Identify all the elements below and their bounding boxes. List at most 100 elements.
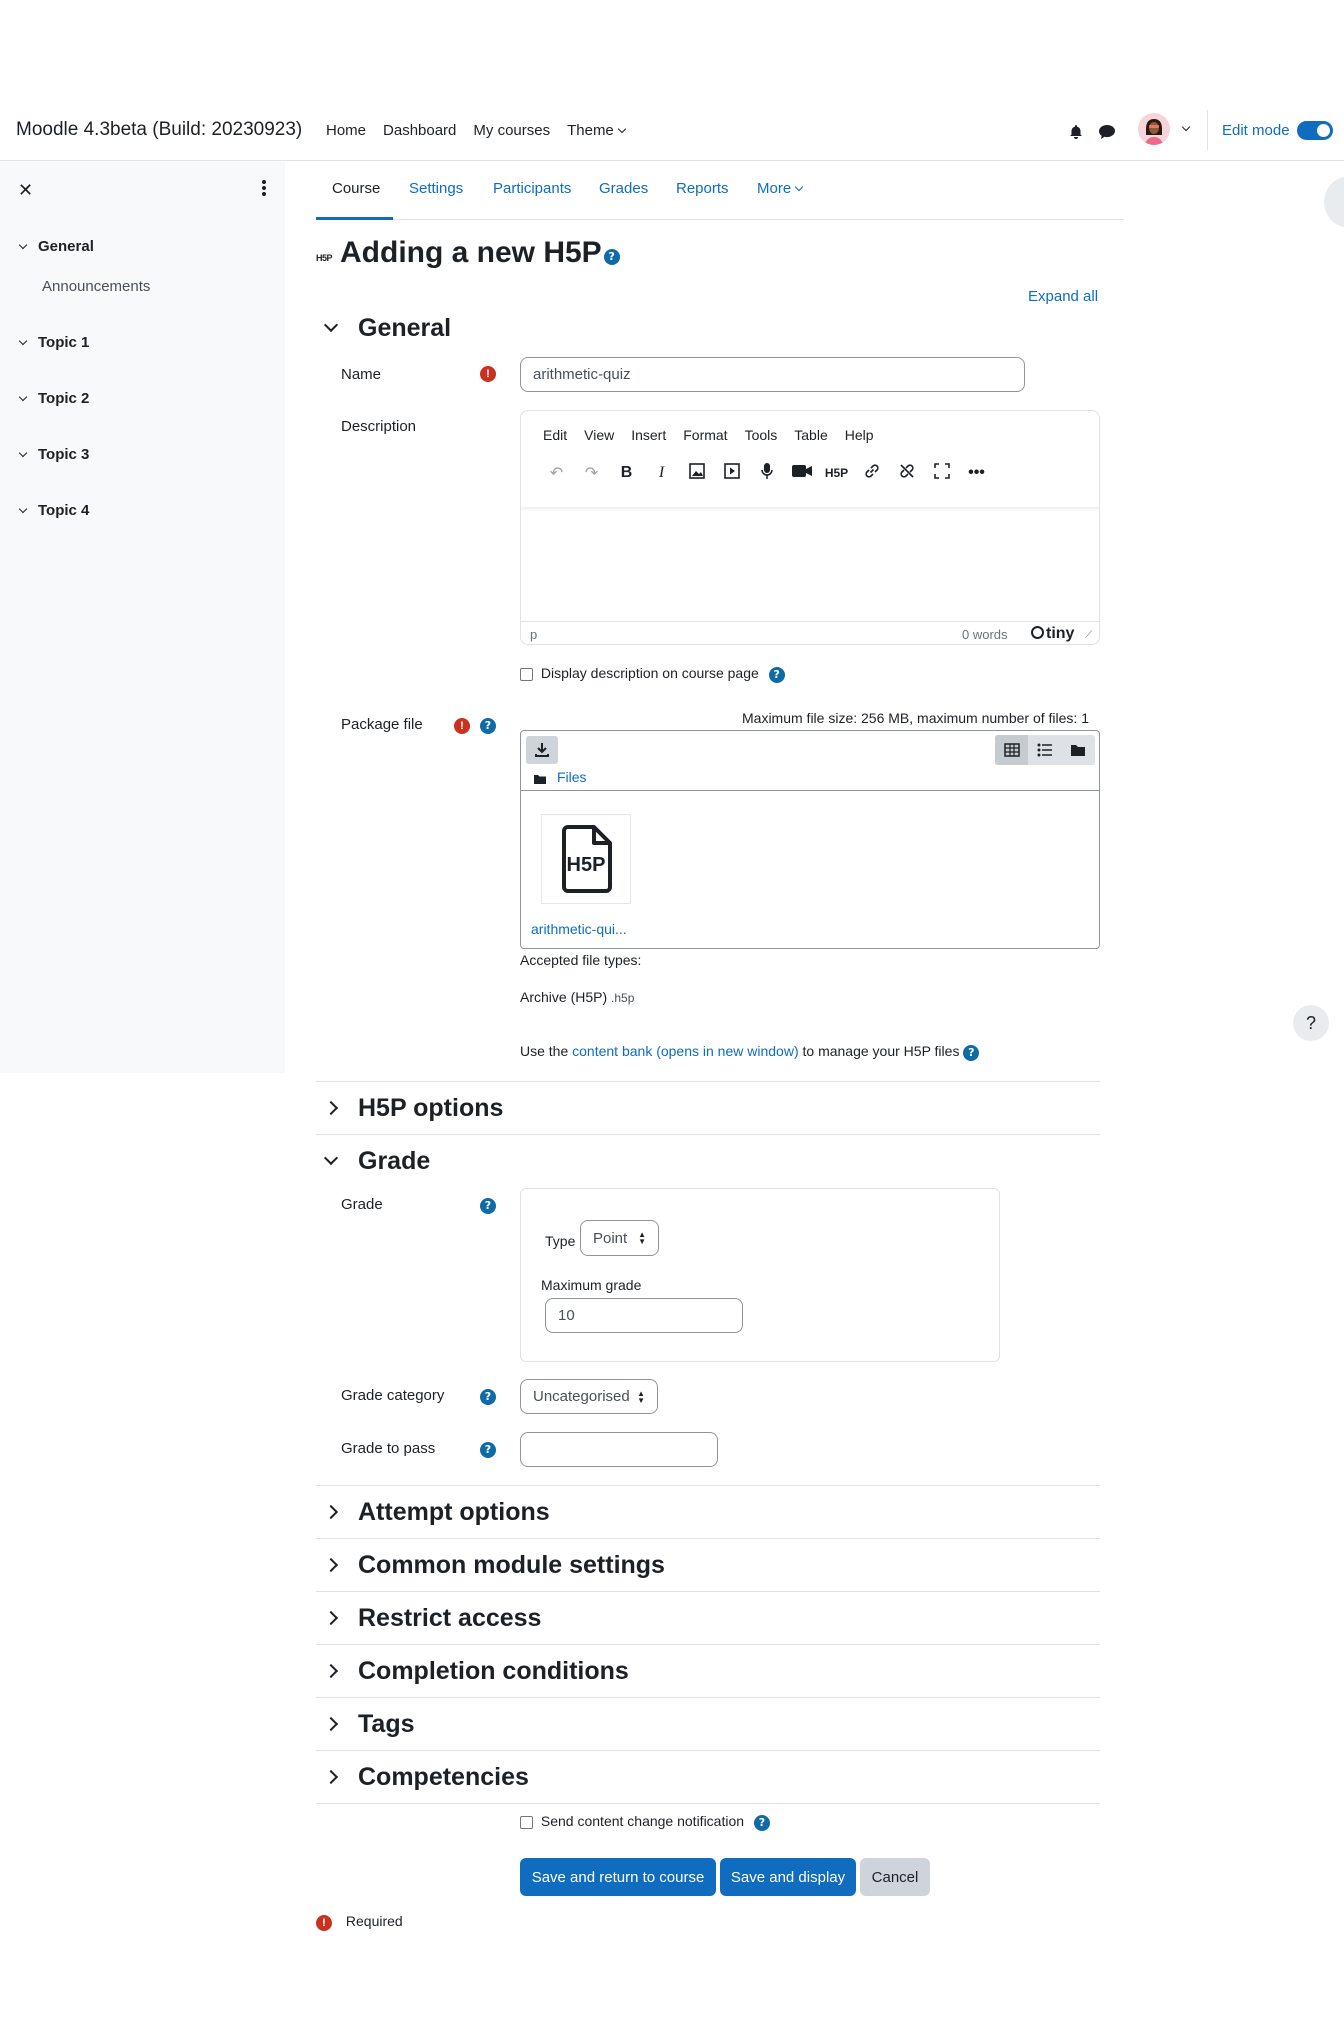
notification-bell-icon[interactable] xyxy=(1068,124,1084,140)
help-icon[interactable]: ? xyxy=(480,718,496,734)
grade-type-select[interactable]: Point ▲ ▼ xyxy=(580,1220,659,1256)
site-title[interactable]: Moodle 4.3beta (Build: 20230923) xyxy=(16,119,302,141)
name-input[interactable]: arithmetic-quiz xyxy=(520,357,1025,392)
editor-menu-help[interactable]: Help xyxy=(845,427,874,443)
editor-toolbar-shadow xyxy=(521,499,1099,507)
resize-handle-icon[interactable]: ⟋ xyxy=(1085,630,1092,641)
index-item-announcements[interactable]: Announcements xyxy=(42,278,150,295)
download-button[interactable] xyxy=(526,736,558,764)
index-section-topic-2[interactable]: Topic 2 xyxy=(18,390,89,407)
edit-mode-toggle[interactable] xyxy=(1297,121,1333,140)
microphone-icon[interactable] xyxy=(749,462,784,485)
media-icon[interactable] xyxy=(714,462,749,485)
index-section-topic-3[interactable]: Topic 3 xyxy=(18,446,89,463)
send-notification-checkbox[interactable] xyxy=(520,1815,533,1829)
editor-menu-insert[interactable]: Insert xyxy=(631,427,666,443)
display-description-label[interactable]: Display description on course page xyxy=(541,665,759,681)
section-title: Tags xyxy=(358,1710,415,1738)
more-tools-icon[interactable]: ••• xyxy=(959,464,994,482)
tab-more[interactable]: More xyxy=(757,180,804,197)
link-icon[interactable] xyxy=(854,462,889,485)
user-menu-chevron-icon[interactable] xyxy=(1181,122,1191,132)
unlink-icon[interactable] xyxy=(889,462,924,485)
index-section-topic-4[interactable]: Topic 4 xyxy=(18,502,89,519)
messages-icon[interactable] xyxy=(1098,124,1116,140)
tiny-logo[interactable]: tiny xyxy=(1031,625,1074,643)
editor-menu-format[interactable]: Format xyxy=(683,427,727,443)
accepted-type-ext: .h5p xyxy=(611,991,635,1005)
svg-text:H5P: H5P xyxy=(567,854,606,876)
close-drawer-icon[interactable]: ✕ xyxy=(18,180,33,201)
h5p-insert-icon[interactable]: H5P xyxy=(819,466,854,480)
image-icon[interactable] xyxy=(679,462,714,485)
cancel-button[interactable]: Cancel xyxy=(860,1858,930,1896)
list-view-icon[interactable] xyxy=(1028,735,1061,765)
bold-icon[interactable]: B xyxy=(609,464,644,482)
nav-theme[interactable]: Theme xyxy=(567,122,627,139)
h5p-file-thumbnail[interactable]: H5P xyxy=(541,814,631,904)
h5p-file-icon: H5P xyxy=(562,825,612,893)
expand-all-link[interactable]: Expand all xyxy=(1028,288,1098,305)
index-section-topic-1[interactable]: Topic 1 xyxy=(18,334,89,351)
section-completion-header[interactable]: Completion conditions xyxy=(323,1657,629,1686)
help-icon[interactable]: ? xyxy=(480,1198,496,1214)
tab-settings[interactable]: Settings xyxy=(409,180,463,197)
drawer-menu-icon[interactable] xyxy=(262,180,268,198)
chevron-down-icon xyxy=(18,448,28,458)
editor-menu-tools[interactable]: Tools xyxy=(745,427,778,443)
uploaded-file-name[interactable]: arithmetic-qui... xyxy=(531,921,627,937)
fullscreen-icon[interactable] xyxy=(924,462,959,484)
editor-menu-view[interactable]: View xyxy=(584,427,614,443)
grid-view-icon[interactable] xyxy=(995,735,1029,765)
index-section-general[interactable]: General xyxy=(18,238,94,255)
section-general-header[interactable]: General xyxy=(323,314,451,343)
help-icon[interactable]: ? xyxy=(963,1045,980,1061)
help-icon[interactable]: ? xyxy=(603,249,620,265)
nav-dashboard[interactable]: Dashboard xyxy=(383,122,456,139)
undo-icon[interactable]: ↶ xyxy=(539,463,574,483)
editor-menu-edit[interactable]: Edit xyxy=(543,427,567,443)
tab-participants[interactable]: Participants xyxy=(493,180,571,197)
section-competencies-header[interactable]: Competencies xyxy=(323,1763,529,1792)
editor-menu-table[interactable]: Table xyxy=(794,427,827,443)
top-navbar: Moodle 4.3beta (Build: 20230923) Home Da… xyxy=(0,100,1344,161)
help-icon[interactable]: ? xyxy=(768,667,785,683)
max-grade-input[interactable]: 10 xyxy=(545,1298,743,1333)
section-attempt-options-header[interactable]: Attempt options xyxy=(323,1498,550,1527)
save-return-button[interactable]: Save and return to course xyxy=(520,1858,716,1896)
nav-my-courses[interactable]: My courses xyxy=(473,122,550,139)
section-restrict-access-header[interactable]: Restrict access xyxy=(323,1604,541,1633)
content-bank-link[interactable]: content bank (opens in new window) xyxy=(572,1043,798,1059)
editor-content-area[interactable] xyxy=(521,507,1099,621)
floating-help-button[interactable]: ? xyxy=(1293,1005,1329,1041)
video-camera-icon[interactable] xyxy=(784,463,819,484)
section-tags-header[interactable]: Tags xyxy=(323,1710,415,1739)
grade-category-select[interactable]: Uncategorised ▲ ▼ xyxy=(520,1379,658,1414)
tab-reports[interactable]: Reports xyxy=(676,180,729,197)
open-block-drawer-button[interactable] xyxy=(1324,176,1344,228)
tab-course[interactable]: Course xyxy=(332,180,380,197)
redo-icon[interactable]: ↷ xyxy=(574,463,609,483)
section-common-module-header[interactable]: Common module settings xyxy=(323,1551,665,1580)
section-h5p-options-header[interactable]: H5P options xyxy=(323,1094,503,1123)
user-avatar[interactable] xyxy=(1138,113,1170,145)
editor-element-path: p xyxy=(530,627,538,642)
tab-grades[interactable]: Grades xyxy=(599,180,648,197)
files-breadcrumb[interactable]: Files xyxy=(557,769,587,785)
max-file-size-text: Maximum file size: 256 MB, maximum numbe… xyxy=(742,710,1089,726)
course-index-drawer: ✕ General Announcements Topic 1 Topic 2 … xyxy=(0,162,285,1073)
help-icon[interactable]: ? xyxy=(480,1442,496,1458)
grade-category-value: Uncategorised xyxy=(533,1388,630,1405)
folder-view-icon[interactable] xyxy=(1062,735,1095,765)
help-icon[interactable]: ? xyxy=(753,1815,770,1831)
grade-to-pass-input[interactable] xyxy=(520,1432,718,1467)
description-label: Description xyxy=(341,418,417,435)
display-description-checkbox[interactable] xyxy=(520,667,533,681)
section-grade-header[interactable]: Grade xyxy=(323,1147,430,1176)
save-display-button[interactable]: Save and display xyxy=(720,1858,856,1896)
send-notification-label[interactable]: Send content change notification xyxy=(541,1813,744,1829)
italic-icon[interactable]: I xyxy=(644,464,679,482)
help-icon[interactable]: ? xyxy=(480,1389,496,1405)
sort-arrows-icon: ▲ ▼ xyxy=(638,1230,646,1246)
nav-home[interactable]: Home xyxy=(326,122,366,139)
